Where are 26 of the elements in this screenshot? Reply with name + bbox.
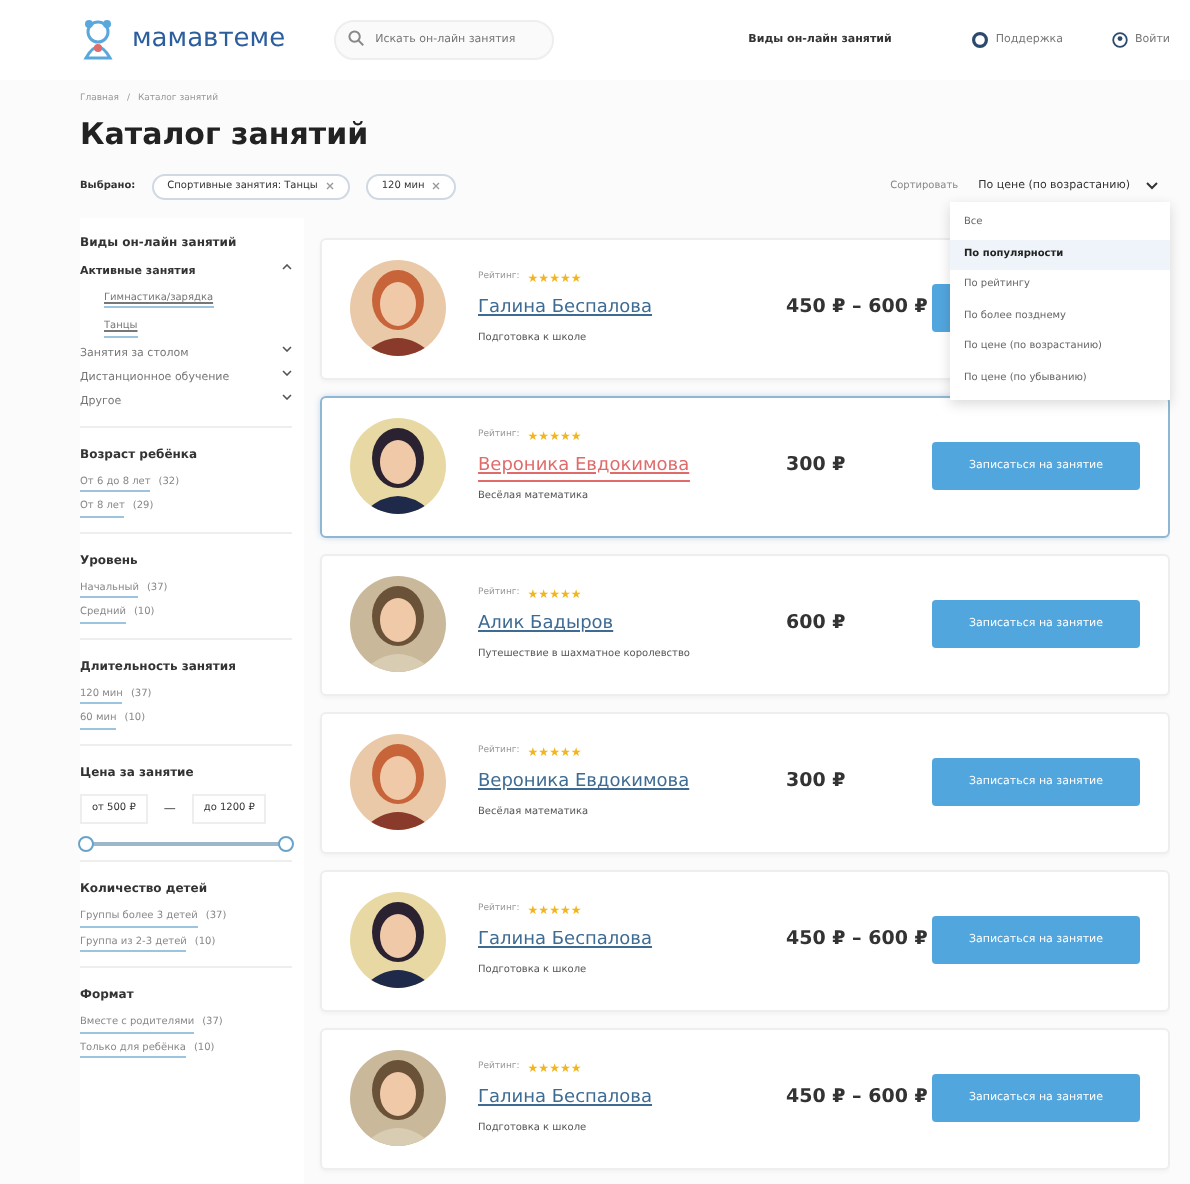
price: 450 ₽ – 600 ₽ bbox=[786, 1083, 930, 1112]
chevron-down-icon bbox=[282, 370, 292, 376]
chevron-down-icon bbox=[282, 345, 292, 352]
price: 450 ₽ – 600 ₽ bbox=[786, 293, 930, 322]
price: 450 ₽ – 600 ₽ bbox=[786, 925, 930, 954]
teacher-name[interactable]: Вероника Евдокимова bbox=[478, 770, 690, 797]
price: 300 ₽ bbox=[786, 451, 848, 480]
user-icon bbox=[1111, 32, 1127, 48]
page-title: Каталог занятий bbox=[80, 113, 371, 156]
slider-handle[interactable] bbox=[278, 836, 294, 852]
bear-icon bbox=[80, 20, 116, 60]
price: 600 ₽ bbox=[786, 609, 848, 638]
lifebuoy-icon bbox=[971, 32, 988, 48]
search-icon bbox=[347, 30, 364, 46]
teacher-name[interactable]: Галина Беспалова bbox=[478, 296, 653, 323]
teacher-name[interactable]: Галина Беспалова bbox=[478, 928, 653, 955]
teacher-name[interactable]: Галина Беспалова bbox=[478, 1086, 653, 1113]
logo-text[interactable]: мамавтеме bbox=[132, 20, 286, 60]
chevron-up-icon bbox=[282, 263, 292, 269]
teacher-name[interactable]: Вероника Евдокимова bbox=[478, 453, 690, 482]
teacher-name[interactable]: Алик Бадыров bbox=[478, 612, 614, 639]
close-icon bbox=[325, 182, 334, 191]
chevron-down-icon bbox=[282, 394, 292, 401]
price: 300 ₽ bbox=[786, 767, 848, 796]
slider-handle[interactable] bbox=[78, 836, 94, 852]
close-icon bbox=[432, 182, 441, 191]
